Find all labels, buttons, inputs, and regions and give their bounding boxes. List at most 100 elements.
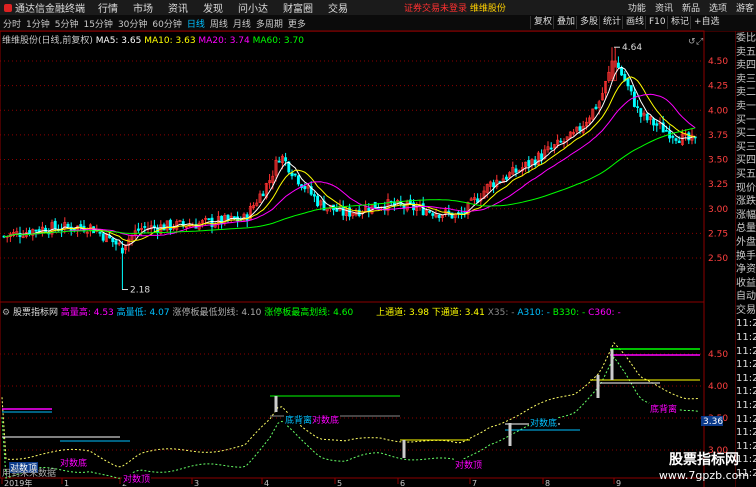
refresh-icon: ↺ — [688, 37, 696, 47]
candle-body — [639, 108, 643, 117]
candle-body — [671, 135, 675, 138]
gear-icon[interactable]: ⚙ — [2, 308, 10, 318]
quote-row-14: 总量 — [736, 223, 756, 235]
quote-panel: 委比 卖五 卖四 卖三 卖二 卖一 买一 买二 买三 买四 买五 现价 涨跌 涨幅 总量 外盘 换手 净资 收益 自动… — [736, 32, 756, 487]
signal-label-7: 底背离 — [650, 403, 677, 415]
price-axis-label: 3.25 — [708, 180, 728, 190]
quote-row-5: 卖一 — [736, 100, 756, 112]
date-axis-label: 9 — [616, 479, 621, 487]
quote-row-26: 11:29 — [736, 386, 756, 398]
stock-name: 维维股份(日线,前复权) — [2, 36, 93, 46]
quote-row-8: 买三 — [736, 141, 756, 153]
quote-row-20: 交易 — [736, 304, 756, 316]
candle-body — [373, 201, 377, 208]
date-axis-label: 1 — [64, 479, 69, 487]
quote-row-9: 买四 — [736, 155, 756, 167]
price-axis-label: 4.25 — [708, 82, 728, 92]
date-axis-label: 5 — [337, 479, 342, 487]
signal-label-2: 对数顶 — [123, 473, 150, 485]
candle-body — [136, 228, 140, 231]
candle-body — [79, 224, 83, 228]
candle-body — [578, 126, 582, 131]
kline-chart[interactable]: 4.50 4.25 4.00 3.75 3.50 3.25 3.00 2.75 2.50 4.50… — [0, 0, 736, 487]
quote-row-11: 现价 — [736, 182, 756, 194]
ma60-value: MA60: 3.70 — [252, 36, 304, 46]
candle-body — [143, 226, 147, 228]
quote-row-22: 11:29 — [736, 332, 756, 344]
quote-row-21: 11:29 — [736, 318, 756, 330]
candle-body — [412, 202, 416, 211]
candle-body — [303, 185, 307, 190]
quote-row-2: 卖四 — [736, 60, 756, 72]
indicator-axis-label: 4.50 — [708, 350, 728, 360]
candle-body — [504, 176, 508, 180]
candle-body — [261, 193, 265, 197]
quote-row-13: 涨幅 — [736, 209, 756, 221]
candle-body — [677, 140, 681, 144]
candle-body — [655, 123, 659, 126]
candle-body — [645, 113, 649, 121]
candle-body — [540, 153, 544, 160]
candle-body — [168, 219, 172, 231]
indicator-axis-label: 4.00 — [708, 382, 728, 392]
quote-row-0: 委比 — [736, 33, 756, 44]
quote-row-23: 11:29 — [736, 345, 756, 357]
quote-row-10: 买五 — [736, 168, 756, 180]
ma5-value: MA5: 3.65 — [95, 36, 142, 46]
candle-body — [290, 172, 294, 177]
candle-body — [207, 218, 211, 221]
candle-body — [98, 231, 102, 234]
candle-body — [296, 175, 300, 185]
quote-row-18: 收益 — [736, 277, 756, 289]
quote-row-6: 买一 — [736, 114, 756, 126]
candle-body — [674, 138, 678, 141]
candle-body — [431, 213, 435, 216]
candle-body — [626, 78, 630, 87]
candle-body — [594, 106, 598, 109]
candle-body — [620, 67, 624, 76]
quote-row-19: 自动 — [736, 291, 756, 303]
price-axis-label: 2.75 — [708, 229, 728, 239]
price-axis-label: 3.50 — [708, 156, 728, 166]
candle-body — [549, 147, 553, 150]
quote-row-4: 卖二 — [736, 87, 756, 99]
candle-body — [629, 85, 633, 92]
signal-label-1: 对数底 — [60, 457, 87, 469]
quote-row-15: 外盘 — [736, 236, 756, 248]
candle-body — [53, 220, 57, 229]
candle-body — [636, 106, 640, 108]
quote-row-1: 卖五 — [736, 46, 756, 58]
date-axis-label: 7 — [472, 479, 477, 487]
quote-row-29: 11:29 — [736, 427, 756, 439]
date-axis-label: 6 — [400, 479, 405, 487]
candle-body — [114, 240, 118, 245]
date-axis-label: 4 — [264, 479, 269, 487]
candles — [2, 47, 697, 290]
chart-title: 维维股份(日线,前复权) MA5: 3.65 MA10: 3.63 MA20: … — [2, 33, 304, 46]
top-right-item-4[interactable]: 游客 — [736, 1, 754, 14]
candle-body — [316, 195, 320, 207]
candle-body — [687, 132, 691, 141]
candle-body — [120, 247, 124, 254]
candle-body — [111, 237, 115, 243]
candle-body — [492, 182, 496, 188]
candle-body — [437, 214, 441, 218]
candle-body — [652, 118, 656, 126]
candle-body — [312, 194, 316, 197]
candle-body — [66, 223, 70, 228]
quote-row-3: 卖三 — [736, 73, 756, 85]
lower-channel-line — [1, 356, 699, 479]
signal-label-3: 底背离 — [285, 414, 312, 426]
candle-body — [514, 168, 518, 173]
price-axis-label: 2.50 — [708, 254, 728, 264]
candle-body — [428, 211, 432, 213]
candle-body — [527, 160, 531, 167]
quote-row-16: 换手 — [736, 250, 756, 262]
main-panel-border — [0, 30, 705, 303]
indicator-title: ⚙ 股票指标网 高量高: 4.53 高量低: 4.07 涨停板最低划线: 4.1… — [2, 308, 621, 318]
quote-row-17: 净资 — [736, 264, 756, 276]
candle-body — [341, 206, 345, 216]
quote-row-25: 11:29 — [736, 372, 756, 384]
watermark: 股票指标网 www.7gpzb.com — [658, 452, 750, 482]
signal-label-4: 对数底 — [312, 414, 339, 426]
